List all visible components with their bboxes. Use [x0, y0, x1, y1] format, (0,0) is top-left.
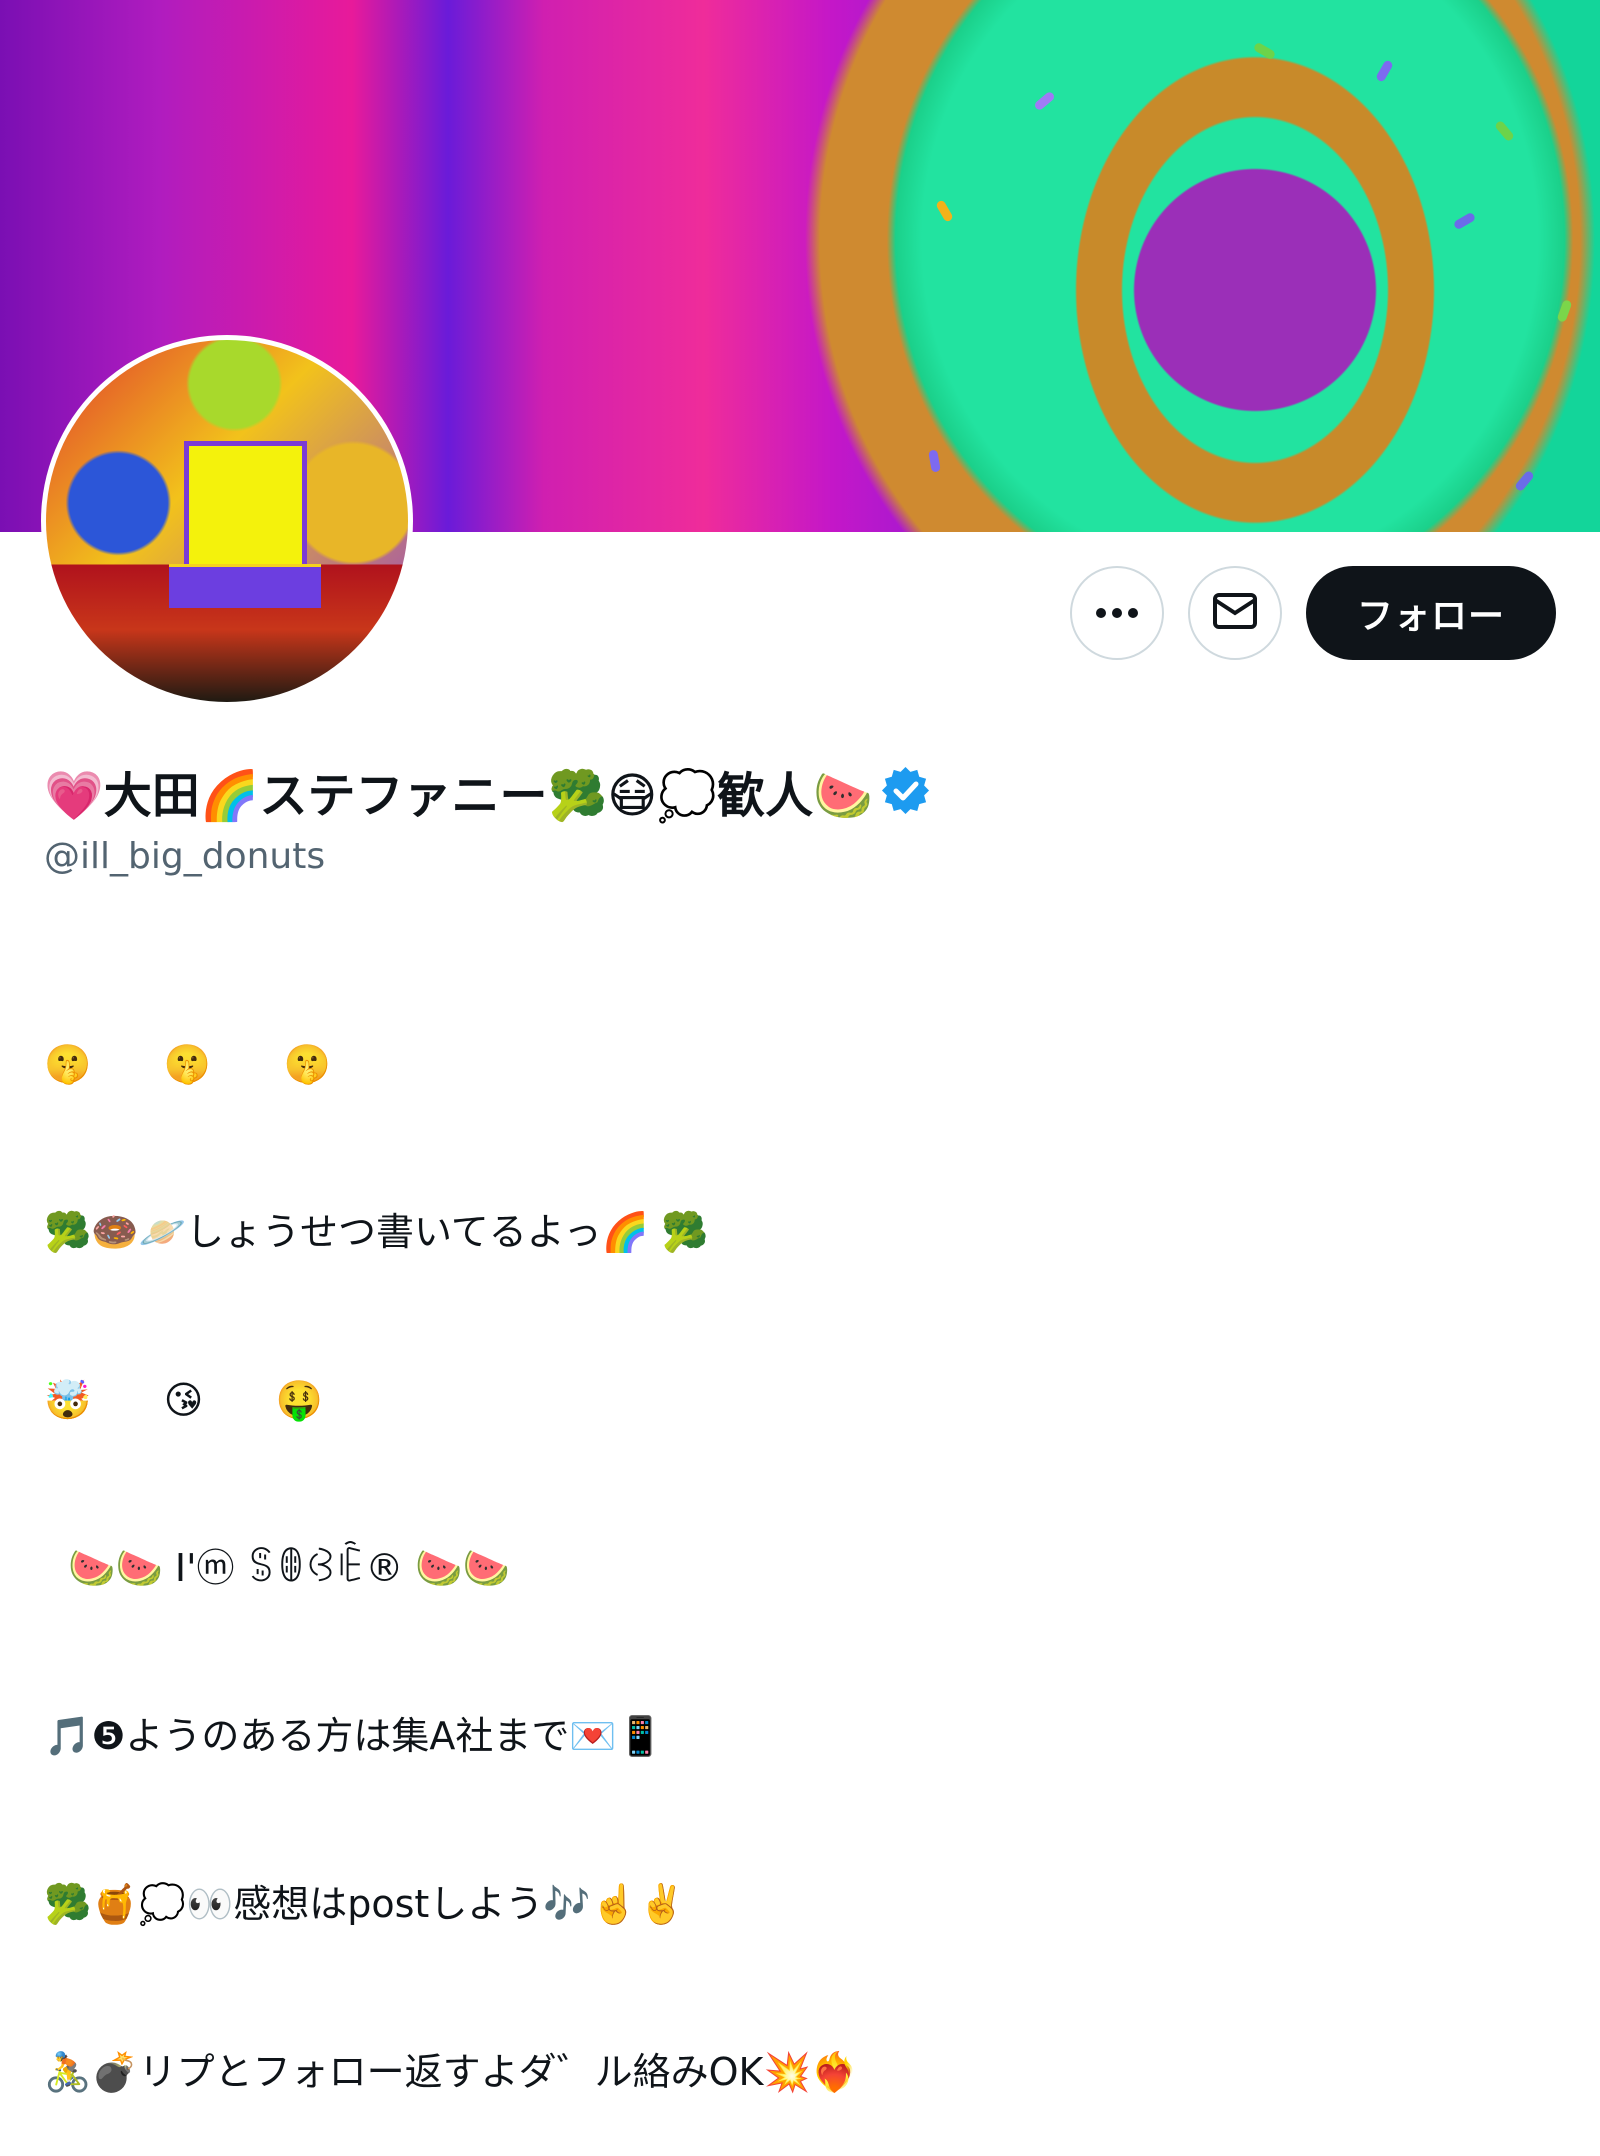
bio-line: 🤫 🤫 🤫 — [44, 1042, 331, 1086]
envelope-icon — [1212, 592, 1258, 634]
profile-display-name: 💗大田🌈ステファニー🥦😷💭歓人🍉 — [44, 756, 931, 826]
more-options-button[interactable] — [1070, 566, 1164, 660]
display-name-text: 💗大田🌈ステファニー🥦😷💭歓人🍉 — [44, 768, 873, 824]
more-horizontal-icon — [1095, 604, 1139, 623]
avatar-image-label — [169, 564, 322, 608]
profile-bio: 🤫 🤫 🤫 🥦🍩🪐しょうせつ書いてるよっ🌈 🥦 🤯 😘 🤑 🍉🍉 I'ⓜ ꌚꂦꃳ… — [44, 924, 1564, 2156]
avatar-image — [46, 340, 408, 702]
bio-line: 🤯 😘 🤑 — [44, 1378, 324, 1422]
message-button[interactable] — [1188, 566, 1282, 660]
bio-line: 🎵❺ようのある方は集A社まで💌📱 — [44, 1714, 665, 1758]
follow-button-label: フォロー — [1356, 596, 1505, 637]
bio-line: 🚴💣リプとフォロー返すよダ゛ル絡みOK💥❤️‍🔥 — [44, 2050, 859, 2094]
follow-button[interactable]: フォロー — [1306, 566, 1556, 660]
verified-badge-icon[interactable] — [881, 766, 931, 816]
profile-avatar[interactable] — [41, 335, 413, 707]
bio-line: 🥦🍯💭👀感想はpostしよう🎶☝️✌️ — [44, 1882, 686, 1926]
bio-line: 🥦🍩🪐しょうせつ書いてるよっ🌈 🥦 — [44, 1210, 709, 1254]
bio-line: 🍉🍉 I'ⓜ ꌚꂦꃳꍟ® 🍉🍉 — [44, 1546, 511, 1590]
profile-handle: @ill_big_donuts — [44, 836, 326, 877]
